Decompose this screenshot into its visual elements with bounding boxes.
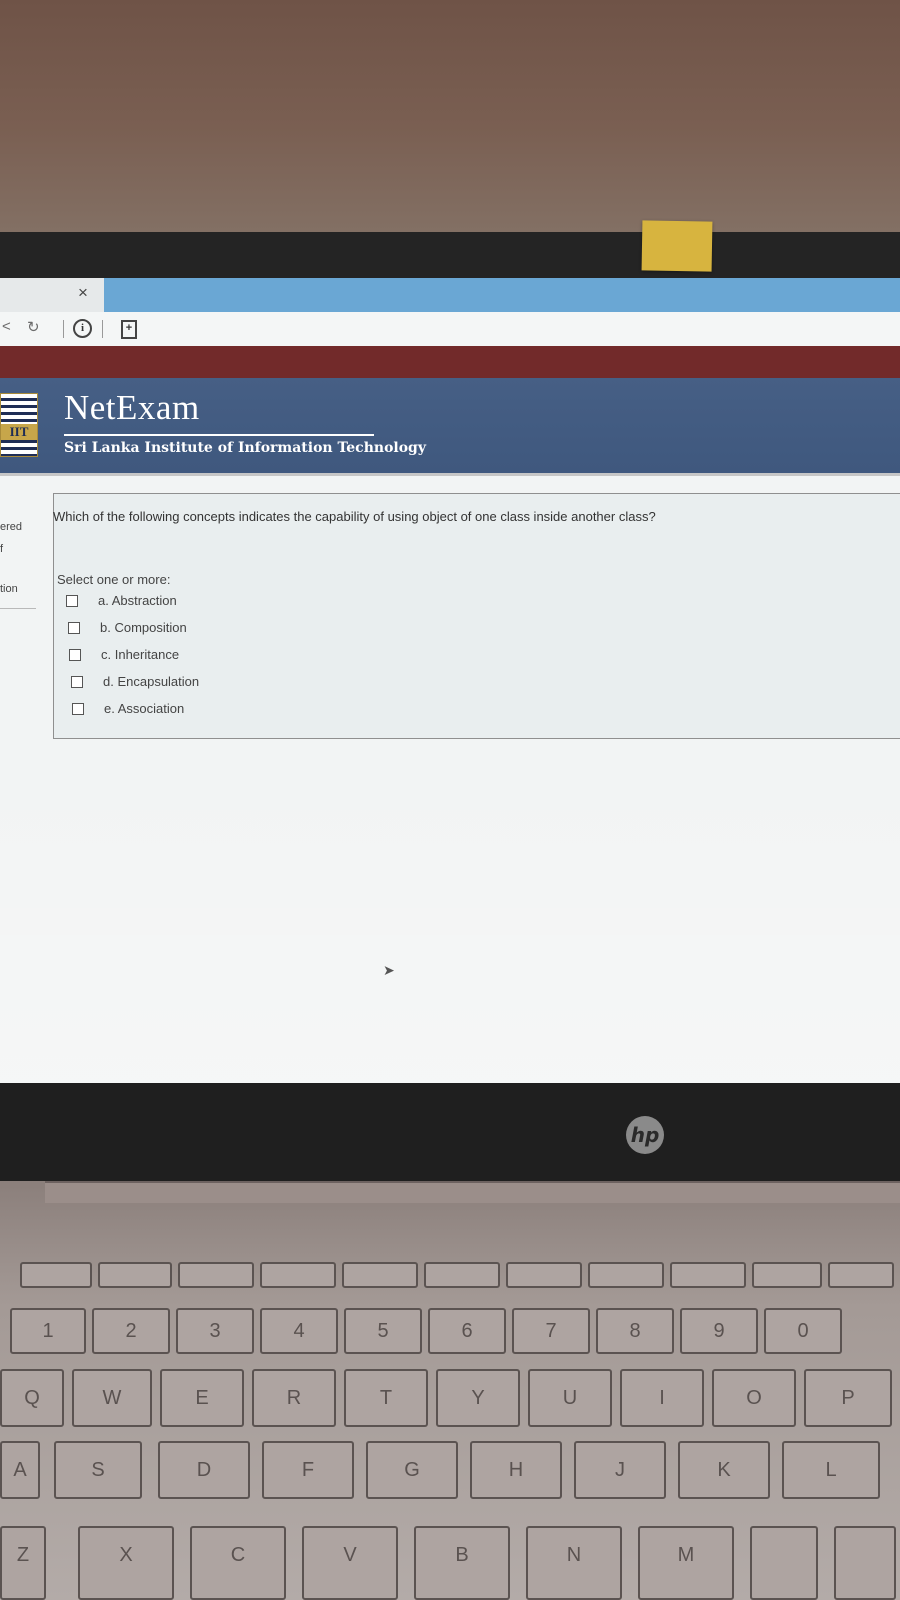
answer-option-e[interactable]: e. Association	[72, 701, 184, 716]
answer-prompt: Select one or more:	[57, 572, 171, 587]
title-underline	[64, 434, 374, 436]
key-e[interactable]: E	[160, 1369, 244, 1427]
answer-option-b[interactable]: b. Composition	[68, 620, 187, 635]
key-1[interactable]: 1	[10, 1308, 86, 1354]
key-o[interactable]: O	[712, 1369, 796, 1427]
site-subtitle: Sri Lanka Institute of Information Techn…	[64, 440, 426, 456]
key-p[interactable]: P	[804, 1369, 892, 1427]
browser-tab-bar: ×	[0, 278, 900, 312]
function-key[interactable]	[342, 1262, 418, 1288]
key-s[interactable]: S	[54, 1441, 142, 1499]
laptop-bezel-bottom	[0, 1083, 900, 1181]
institute-logo: IIT	[0, 393, 38, 457]
laptop-hinge	[45, 1181, 900, 1203]
option-label: e. Association	[104, 701, 185, 716]
checkbox[interactable]	[68, 621, 80, 634]
key-i[interactable]: I	[620, 1369, 704, 1427]
sidebar-fragment: ered	[0, 521, 23, 533]
function-key[interactable]	[20, 1262, 92, 1288]
reload-icon[interactable]: ↻	[27, 318, 40, 336]
checkbox[interactable]	[66, 594, 78, 607]
key-0[interactable]: 0	[764, 1308, 842, 1354]
tab-close-icon[interactable]: ×	[78, 283, 88, 303]
site-top-band	[0, 346, 900, 378]
key-8[interactable]: 8	[596, 1308, 674, 1354]
key-2[interactable]: 2	[92, 1308, 170, 1354]
checkbox[interactable]	[69, 648, 81, 661]
key-w[interactable]: W	[72, 1369, 152, 1427]
page-icon[interactable]: +	[121, 320, 137, 339]
key-6[interactable]: 6	[428, 1308, 506, 1354]
key-7[interactable]: 7	[512, 1308, 590, 1354]
key-a[interactable]: A	[0, 1441, 40, 1499]
sidebar-fragment: tion	[0, 583, 18, 595]
back-arrow-icon[interactable]: <	[2, 318, 11, 335]
screen-glare	[0, 758, 900, 1083]
site-title: NetExam	[64, 388, 200, 427]
key-y[interactable]: Y	[436, 1369, 520, 1427]
key-x[interactable]: X	[78, 1526, 174, 1600]
browser-address-bar: < ↻ i +	[0, 312, 900, 347]
key-z[interactable]: Z	[0, 1526, 46, 1600]
key-5[interactable]: 5	[344, 1308, 422, 1354]
answer-option-a[interactable]: a. Abstraction	[66, 593, 177, 608]
function-key[interactable]	[98, 1262, 172, 1288]
sidebar-divider	[0, 608, 36, 609]
key-l[interactable]: L	[782, 1441, 880, 1499]
function-key[interactable]	[178, 1262, 254, 1288]
key-u[interactable]: U	[528, 1369, 612, 1427]
laptop-screen: × < ↻ i + IIT NetExam Sri Lanka Institut…	[0, 278, 900, 1083]
key-n[interactable]: N	[526, 1526, 622, 1600]
background-wall	[0, 0, 900, 232]
function-key[interactable]	[752, 1262, 822, 1288]
answer-option-d[interactable]: d. Encapsulation	[71, 674, 199, 689]
key-d[interactable]: D	[158, 1441, 250, 1499]
key-q[interactable]: Q	[0, 1369, 64, 1427]
question-text: Which of the following concepts indicate…	[53, 509, 656, 524]
option-label: c. Inheritance	[101, 647, 180, 662]
key-3[interactable]: 3	[176, 1308, 254, 1354]
info-icon[interactable]: i	[73, 319, 92, 338]
toolbar-divider	[63, 320, 64, 338]
key-k[interactable]: K	[678, 1441, 770, 1499]
function-key[interactable]	[670, 1262, 746, 1288]
laptop-bezel-top	[0, 232, 900, 278]
key-g[interactable]: G	[366, 1441, 458, 1499]
key-j[interactable]: J	[574, 1441, 666, 1499]
sticky-note	[641, 220, 713, 272]
key-m[interactable]: M	[638, 1526, 734, 1600]
key-h[interactable]: H	[470, 1441, 562, 1499]
key-9[interactable]: 9	[680, 1308, 758, 1354]
active-tab[interactable]	[104, 278, 900, 312]
option-label: a. Abstraction	[98, 593, 177, 608]
key-v[interactable]: V	[302, 1526, 398, 1600]
key-t[interactable]: T	[344, 1369, 428, 1427]
function-key[interactable]	[506, 1262, 582, 1288]
checkbox[interactable]	[71, 675, 83, 688]
key-4[interactable]: 4	[260, 1308, 338, 1354]
key-comma[interactable]	[750, 1526, 818, 1600]
site-header: IIT NetExam Sri Lanka Institute of Infor…	[0, 378, 900, 476]
function-key[interactable]	[588, 1262, 664, 1288]
key-b[interactable]: B	[414, 1526, 510, 1600]
answer-option-c[interactable]: c. Inheritance	[69, 647, 179, 662]
key-f[interactable]: F	[262, 1441, 354, 1499]
function-key[interactable]	[260, 1262, 336, 1288]
function-key[interactable]	[424, 1262, 500, 1288]
checkbox[interactable]	[72, 702, 84, 715]
key-period[interactable]	[834, 1526, 896, 1600]
logo-text: IIT	[1, 424, 37, 440]
option-label: d. Encapsulation	[103, 674, 200, 689]
key-c[interactable]: C	[190, 1526, 286, 1600]
sidebar-fragment: f	[0, 543, 4, 555]
key-r[interactable]: R	[252, 1369, 336, 1427]
toolbar-divider	[102, 320, 103, 338]
function-key[interactable]	[828, 1262, 894, 1288]
option-label: b. Composition	[100, 620, 187, 635]
hp-logo: hp	[626, 1116, 664, 1154]
